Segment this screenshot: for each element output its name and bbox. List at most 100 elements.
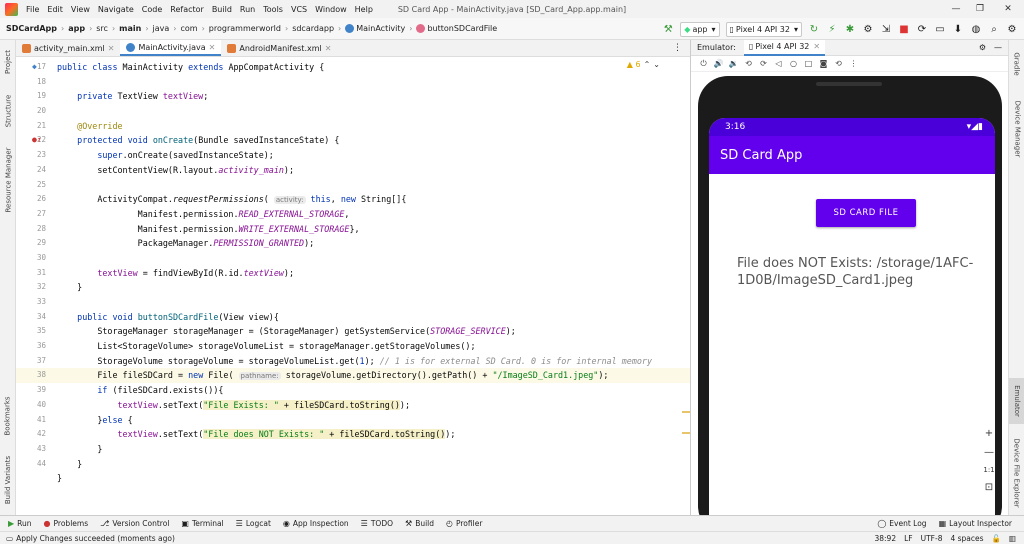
breadcrumb-com[interactable]: com [178,24,201,33]
menu-refactor[interactable]: Refactor [166,5,208,14]
tool-bookmarks[interactable]: Bookmarks [0,392,16,440]
tool-profiler[interactable]: ◴ Profiler [440,519,488,528]
stop-icon[interactable]: ■ [896,21,912,37]
hammer-icon[interactable]: ⚒ [660,21,676,37]
minimize-button[interactable]: — [944,0,968,18]
menu-code[interactable]: Code [138,5,166,14]
tool-build[interactable]: ⚒ Build [399,519,440,528]
status-message[interactable]: Apply Changes succeeded (moments ago) [16,534,175,543]
menu-view[interactable]: View [67,5,94,14]
tool-layout-inspector[interactable]: ▦ Layout Inspector [933,519,1024,528]
scroll-marker [682,432,690,434]
tool-todo[interactable]: ☰ TODO [355,519,399,528]
menu-window[interactable]: Window [311,5,351,14]
rotate-right-icon[interactable]: ⟳ [757,59,770,68]
zoom-out-button[interactable]: — [984,447,994,458]
menu-help[interactable]: Help [351,5,377,14]
menu-vcs[interactable]: VCS [287,5,311,14]
zoom-actual-button[interactable]: 1:1 [983,466,994,474]
tool-resource-manager[interactable]: Resource Manager [0,140,16,220]
emulator-device-tab[interactable]: ▯ Pixel 4 API 32 ✕ [743,39,826,56]
search-icon[interactable]: ⌕ [986,21,1002,37]
profile-icon[interactable]: ⚙ [860,21,876,37]
breadcrumb-class[interactable]: MainActivity [342,24,408,33]
zoom-in-button[interactable]: + [985,428,993,439]
tab-androidmanifest-xml[interactable]: AndroidManifest.xml ✕ [221,40,337,56]
device-select[interactable]: ▯ Pixel 4 API 32 ▾ [725,21,802,37]
tool-problems[interactable]: ● Problems [38,519,95,528]
breadcrumb-programmerworld[interactable]: programmerworld [206,24,284,33]
screenshot-icon[interactable]: ◙ [817,59,830,68]
tool-gradle[interactable]: Gradle [1009,44,1024,84]
tool-device-file-explorer[interactable]: Device File Explorer [1009,432,1024,514]
tool-project[interactable]: Project [0,42,16,82]
volume-down-icon[interactable]: 🔉 [727,59,740,68]
tool-run[interactable]: ▶ Run [0,519,38,528]
tool-version-control[interactable]: ⎇ Version Control [94,519,175,528]
settings-icon[interactable]: ⚙ [979,43,986,52]
menu-file[interactable]: File [22,5,43,14]
overview-icon[interactable]: □ [802,59,815,68]
code-editor[interactable]: ▲ 6 ⌃ ⌄ 17 ◆ public class MainActivity exten… [16,57,690,515]
tool-structure[interactable]: Structure [0,86,16,136]
rotate-left-icon[interactable]: ⟲ [742,59,755,68]
device-manager-icon[interactable]: ▭ [932,21,948,37]
breadcrumb-module[interactable]: app [65,24,88,33]
menu-run[interactable]: Run [236,5,259,14]
lock-icon[interactable]: 🔓 [992,534,1001,543]
line-separator[interactable]: LF [904,534,913,543]
tab-mainactivity-java[interactable]: MainActivity.java ✕ [120,40,222,56]
debug-icon[interactable]: ✱ [842,21,858,37]
phone-screen[interactable]: 3:16 ▾◢▮ SD Card App SD CARD FILE File d… [709,118,995,538]
maximize-button[interactable]: ❐ [968,0,992,18]
cursor-position[interactable]: 38:92 [874,534,896,543]
tool-app-inspection[interactable]: ◉ App Inspection [277,519,355,528]
apply-changes-icon[interactable]: ⚡ [824,21,840,37]
run-config-select[interactable]: ◆ app ▾ [680,21,720,37]
snapshot-icon[interactable]: ⟲ [832,59,845,68]
close-window-button[interactable]: ✕ [996,0,1020,18]
zoom-fit-button[interactable]: ⊡ [985,482,993,493]
minimize-panel-icon[interactable]: — [994,43,1002,52]
tool-device-manager[interactable]: Device Manager [1009,94,1024,164]
close-tab-icon[interactable]: ✕ [108,44,115,53]
sdk-manager-icon[interactable]: ⬇ [950,21,966,37]
more-icon[interactable]: ⋮ [847,59,860,68]
indent-setting[interactable]: 4 spaces [950,534,983,543]
sd-card-file-button[interactable]: SD CARD FILE [816,199,916,227]
memory-indicator-icon[interactable]: ▥ [1009,534,1016,543]
method-icon [416,24,426,33]
tool-emulator[interactable]: Emulator [1009,378,1024,424]
volume-up-icon[interactable]: 🔊 [712,59,725,68]
more-tabs-icon[interactable]: ⋮ [665,43,690,53]
tool-event-log[interactable]: ◯ Event Log [871,519,932,528]
tab-activity-main-xml[interactable]: activity_main.xml ✕ [16,40,120,56]
menu-build[interactable]: Build [208,5,236,14]
breadcrumb-project[interactable]: SDCardApp [0,24,60,33]
tool-terminal[interactable]: ▣ Terminal [175,519,229,528]
back-icon[interactable]: ◁ [772,59,785,68]
breadcrumb-main[interactable]: main [116,24,144,33]
param-hint: pathname: [238,372,281,381]
tool-build-variants[interactable]: Build Variants [0,450,16,510]
attach-debugger-icon[interactable]: ⇲ [878,21,894,37]
breadcrumb-method[interactable]: buttonSDCardFile [413,24,500,33]
rerun-icon[interactable]: ↻ [806,21,822,37]
power-icon[interactable]: ⏻ [697,59,710,69]
close-tab-icon[interactable]: ✕ [209,43,216,52]
breadcrumb-src[interactable]: src [93,24,111,33]
close-tab-icon[interactable]: ✕ [325,44,332,53]
left-tool-strip: Project Structure Resource Manager Bookm… [0,40,16,515]
home-icon[interactable]: ○ [787,59,800,68]
breadcrumb-java[interactable]: java [150,24,173,33]
menu-tools[interactable]: Tools [259,5,287,14]
settings-icon[interactable]: ⚙ [1004,21,1020,37]
menu-edit[interactable]: Edit [43,5,67,14]
close-tab-icon[interactable]: ✕ [813,42,820,51]
breadcrumb-sdcardapp[interactable]: sdcardapp [289,24,337,33]
file-encoding[interactable]: UTF-8 [921,534,943,543]
avatar-icon[interactable]: ◍ [968,21,984,37]
sync-icon[interactable]: ⟳ [914,21,930,37]
tool-logcat[interactable]: ☰ Logcat [230,519,277,528]
menu-navigate[interactable]: Navigate [94,5,138,14]
